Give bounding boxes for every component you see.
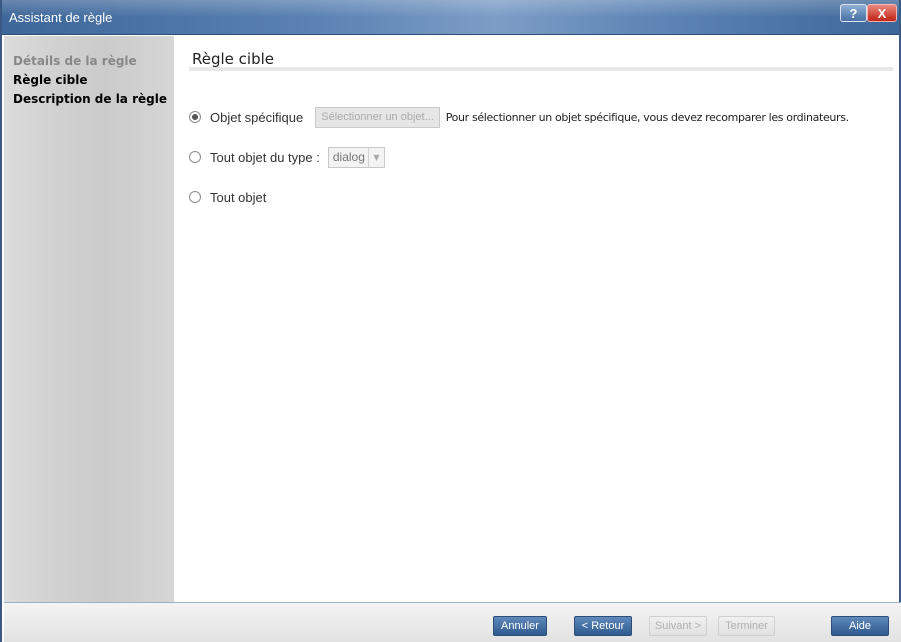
specific-object-label[interactable]: Objet spécifique xyxy=(210,110,303,125)
object-type-value: dialog xyxy=(332,150,365,164)
main-content: Règle cible Objet spécifique Sélectionne… xyxy=(174,36,899,602)
finish-button[interactable]: Terminer xyxy=(718,616,775,636)
any-object-radio[interactable] xyxy=(189,191,201,203)
next-button[interactable]: Suivant > xyxy=(649,616,707,636)
close-icon[interactable]: X xyxy=(867,4,897,22)
select-object-button[interactable]: Sélectionner un objet... xyxy=(315,106,440,128)
title-bar: Assistant de règle ? X xyxy=(2,0,899,35)
rule-wizard-window: Assistant de règle ? X Détails de la règ… xyxy=(0,0,901,642)
any-object-of-type-radio[interactable] xyxy=(189,151,201,163)
sidebar-item-rule-description[interactable]: Description de la règle xyxy=(13,92,167,106)
help-icon[interactable]: ? xyxy=(840,4,867,22)
recompare-hint-text: Pour sélectionner un objet spécifique, v… xyxy=(445,110,849,124)
option-any-object[interactable]: Tout objet xyxy=(189,187,266,207)
any-object-of-type-label[interactable]: Tout objet du type : xyxy=(210,150,320,165)
option-any-object-of-type[interactable]: Tout objet du type : dialog ▼ xyxy=(189,146,385,168)
any-object-label[interactable]: Tout objet xyxy=(210,190,266,205)
back-button[interactable]: < Retour xyxy=(574,616,632,636)
object-type-select[interactable]: dialog ▼ xyxy=(327,146,385,168)
wizard-steps-sidebar: Détails de la règle Règle cible Descript… xyxy=(4,36,174,602)
chevron-down-icon[interactable]: ▼ xyxy=(367,147,384,167)
sidebar-item-rule-details[interactable]: Détails de la règle xyxy=(13,54,137,68)
wizard-footer: Annuler < Retour Suivant > Terminer Aide xyxy=(4,602,901,642)
specific-object-radio[interactable] xyxy=(189,111,201,123)
page-title: Règle cible xyxy=(189,50,893,71)
option-specific-object[interactable]: Objet spécifique Sélectionner un objet..… xyxy=(189,106,849,128)
window-title: Assistant de règle xyxy=(9,10,113,25)
help-button[interactable]: Aide xyxy=(831,616,889,636)
cancel-button[interactable]: Annuler xyxy=(493,616,547,636)
sidebar-item-target-rule[interactable]: Règle cible xyxy=(13,73,87,87)
